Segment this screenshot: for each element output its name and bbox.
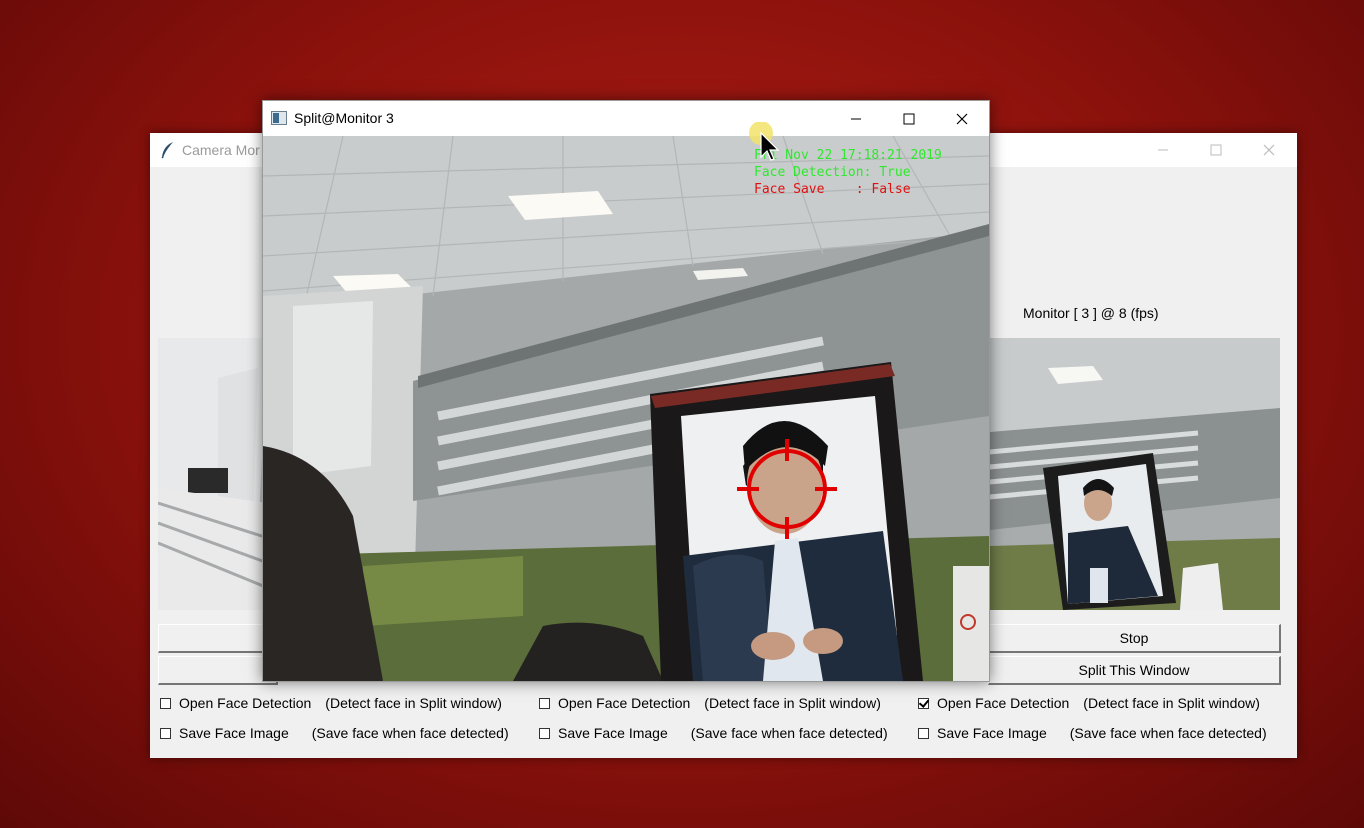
face-detection-option-1[interactable]: Open Face Detection (Detect face in Spli… xyxy=(160,695,502,711)
maximize-button[interactable] xyxy=(1193,133,1239,167)
close-button[interactable] xyxy=(1246,133,1292,167)
option-label: Open Face Detection xyxy=(937,695,1070,711)
window-title: Camera Mor xyxy=(182,142,260,158)
minimize-icon xyxy=(1158,149,1168,151)
option-label: Save Face Image xyxy=(179,725,289,741)
camera-feed: Fri Nov 22 17:18:21 2019 Face Detection:… xyxy=(263,136,989,681)
save-face-option-2[interactable]: Save Face Image (Save face when face det… xyxy=(539,725,888,741)
minimize-button[interactable] xyxy=(833,101,879,136)
option-label: Save Face Image xyxy=(558,725,668,741)
option-label: Open Face Detection xyxy=(558,695,691,711)
split-button-1[interactable] xyxy=(158,656,278,685)
split-titlebar[interactable]: Split@Monitor 3 xyxy=(263,101,989,136)
split-monitor-window: Split@Monitor 3 Fri Nov 22 17:18:21 2019… xyxy=(262,100,990,682)
option-hint: (Save face when face detected) xyxy=(311,725,509,741)
maximize-icon xyxy=(1210,144,1222,156)
face-detection-overlay: Face Detection: True xyxy=(754,165,911,180)
checkbox[interactable] xyxy=(539,697,550,709)
split-window-button-3[interactable]: Split This Window xyxy=(988,656,1281,685)
close-icon xyxy=(1263,144,1275,156)
face-save-overlay: Face Save : False xyxy=(754,182,911,197)
app-icon xyxy=(271,111,287,125)
feather-icon xyxy=(160,141,176,159)
checkbox[interactable] xyxy=(160,727,171,739)
close-button[interactable] xyxy=(939,101,985,136)
stop-button-3[interactable]: Stop xyxy=(988,624,1281,653)
save-face-option-3[interactable]: Save Face Image (Save face when face det… xyxy=(918,725,1267,741)
checkbox[interactable] xyxy=(918,727,929,739)
option-hint: (Save face when face detected) xyxy=(1069,725,1267,741)
checkbox-checked[interactable] xyxy=(918,697,929,709)
stop-button-1[interactable] xyxy=(158,624,278,653)
monitor-label: Monitor [ 3 ] @ 8 (fps) xyxy=(1023,305,1159,321)
option-hint: (Detect face in Split window) xyxy=(325,695,502,711)
maximize-button[interactable] xyxy=(886,101,932,136)
window-title: Split@Monitor 3 xyxy=(294,110,394,126)
face-detection-option-2[interactable]: Open Face Detection (Detect face in Spli… xyxy=(539,695,881,711)
checkbox[interactable] xyxy=(160,697,171,709)
maximize-icon xyxy=(903,113,915,124)
minimize-icon xyxy=(851,118,861,119)
option-hint: (Save face when face detected) xyxy=(690,725,888,741)
close-icon xyxy=(956,113,968,124)
minimize-button[interactable] xyxy=(1140,133,1186,167)
option-label: Save Face Image xyxy=(937,725,1047,741)
timestamp-overlay: Fri Nov 22 17:18:21 2019 xyxy=(754,148,942,163)
option-hint: (Detect face in Split window) xyxy=(1083,695,1260,711)
face-detection-option-3[interactable]: Open Face Detection (Detect face in Spli… xyxy=(918,695,1260,711)
option-label: Open Face Detection xyxy=(179,695,312,711)
option-hint: (Detect face in Split window) xyxy=(704,695,881,711)
save-face-option-1[interactable]: Save Face Image (Save face when face det… xyxy=(160,725,509,741)
checkbox[interactable] xyxy=(539,727,550,739)
